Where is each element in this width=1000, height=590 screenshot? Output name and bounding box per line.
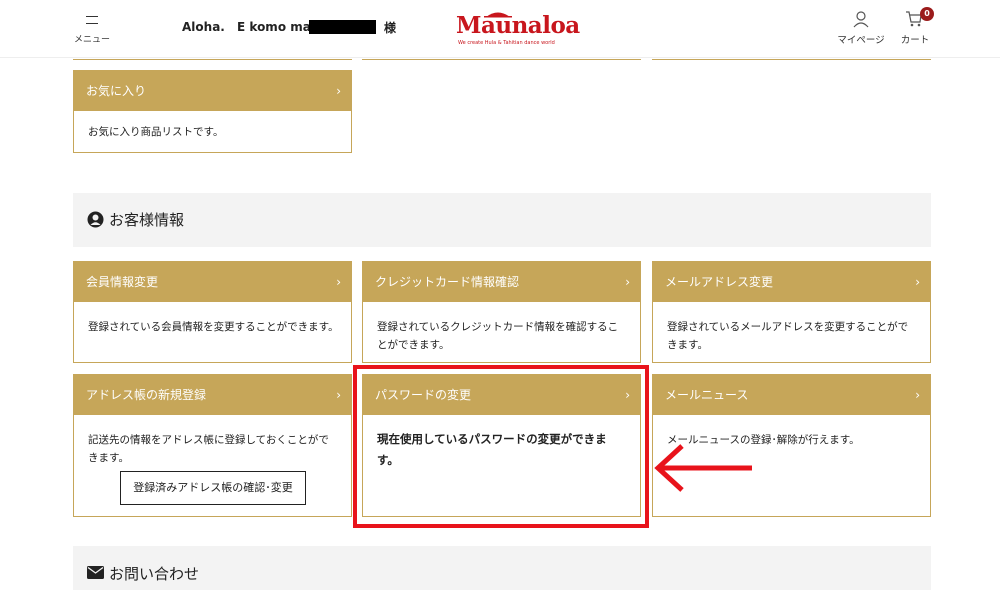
card-title: パスワードの変更 (375, 388, 472, 402)
card-bottom-edge (652, 58, 931, 60)
card-title: アドレス帳の新規登録 (86, 388, 207, 402)
chevron-right-icon: › (625, 388, 630, 402)
card-header: メールアドレス変更 › (653, 262, 930, 302)
site-header: メニュー Aloha. E komo mai. 様 Maunaloa We cr… (0, 0, 1000, 58)
member-info-card[interactable]: 会員情報変更 › 登録されている会員情報を変更することができます。 (73, 261, 352, 363)
mypage-label: マイページ (837, 35, 885, 46)
address-book-card[interactable]: アドレス帳の新規登録 › 記送先の情報をアドレス帳に登録しておくことができます。… (73, 374, 352, 517)
honorific: 様 (384, 21, 397, 35)
password-change-card[interactable]: パスワードの変更 › 現在使用しているパスワードの変更ができます。 (362, 374, 641, 517)
customer-info-section-header: お客様情報 (73, 193, 931, 247)
card-title: メールニュース (665, 388, 749, 402)
user-circle-icon (87, 211, 104, 228)
chevron-right-icon: › (336, 275, 341, 289)
redacted-username (309, 20, 376, 34)
cart-label: カート (900, 35, 930, 46)
mail-news-card[interactable]: メールニュース › メールニュースの登録･解除が行えます。 (652, 374, 931, 517)
card-description: お気に入り商品リストです。 (88, 126, 224, 138)
chevron-right-icon: › (915, 275, 920, 289)
card-description: 記送先の情報をアドレス帳に登録しておくことができます。 (88, 434, 329, 464)
email-change-card[interactable]: メールアドレス変更 › 登録されているメールアドレスを変更することができます。 (652, 261, 931, 363)
greeting-welcome: E komo mai. (237, 20, 320, 34)
logo-tagline: We create Hula & Tahitian dance world (458, 40, 555, 46)
card-header: お気に入り › (74, 71, 351, 111)
logo-text: Maunaloa (456, 12, 580, 39)
contact-section-header: お問い合わせ (73, 546, 931, 590)
hamburger-icon (86, 16, 98, 24)
section-title: お問い合わせ (109, 565, 200, 583)
chevron-right-icon: › (625, 275, 630, 289)
card-header: 会員情報変更 › (74, 262, 351, 302)
chevron-right-icon: › (336, 388, 341, 402)
card-description: メールニュースの登録･解除が行えます。 (667, 434, 860, 446)
card-description: 現在使用しているパスワードの変更ができます。 (377, 432, 607, 467)
greeting-aloha: Aloha. (182, 20, 225, 34)
address-book-view-button[interactable]: 登録済みアドレス帳の確認･変更 (120, 471, 306, 505)
card-header: アドレス帳の新規登録 › (74, 375, 351, 415)
card-title: 会員情報変更 (86, 275, 159, 289)
menu-button[interactable]: メニュー (70, 12, 114, 46)
cart-count-badge: 0 (920, 7, 934, 21)
card-header: パスワードの変更 › (363, 375, 640, 415)
card-header: メールニュース › (653, 375, 930, 415)
credit-card-card[interactable]: クレジットカード情報確認 › 登録されているクレジットカード情報を確認することが… (362, 261, 641, 363)
card-bottom-edge (362, 58, 641, 60)
card-description: 登録されている会員情報を変更することができます。 (88, 321, 339, 333)
card-bottom-edge (73, 58, 352, 60)
chevron-right-icon: › (336, 84, 341, 98)
cart-link[interactable]: 0 カート (896, 7, 934, 48)
menu-label: メニュー (73, 35, 110, 45)
card-description: 登録されているメールアドレスを変更することができます。 (667, 321, 909, 351)
section-title: お客様情報 (109, 211, 185, 229)
card-title: クレジットカード情報確認 (375, 275, 520, 289)
card-header: クレジットカード情報確認 › (363, 262, 640, 302)
site-logo[interactable]: Maunaloa We create Hula & Tahitian dance… (452, 10, 580, 48)
chevron-right-icon: › (915, 388, 920, 402)
mypage-link[interactable]: マイページ (834, 8, 888, 48)
person-icon (853, 11, 869, 28)
card-title: メールアドレス変更 (665, 275, 774, 289)
favorites-card[interactable]: お気に入り › お気に入り商品リストです。 (73, 70, 352, 153)
card-description: 登録されているクレジットカード情報を確認することができます。 (377, 321, 619, 351)
card-title: お気に入り (86, 84, 147, 98)
envelope-icon (87, 566, 104, 579)
greeting: Aloha. E komo mai. (182, 20, 320, 34)
